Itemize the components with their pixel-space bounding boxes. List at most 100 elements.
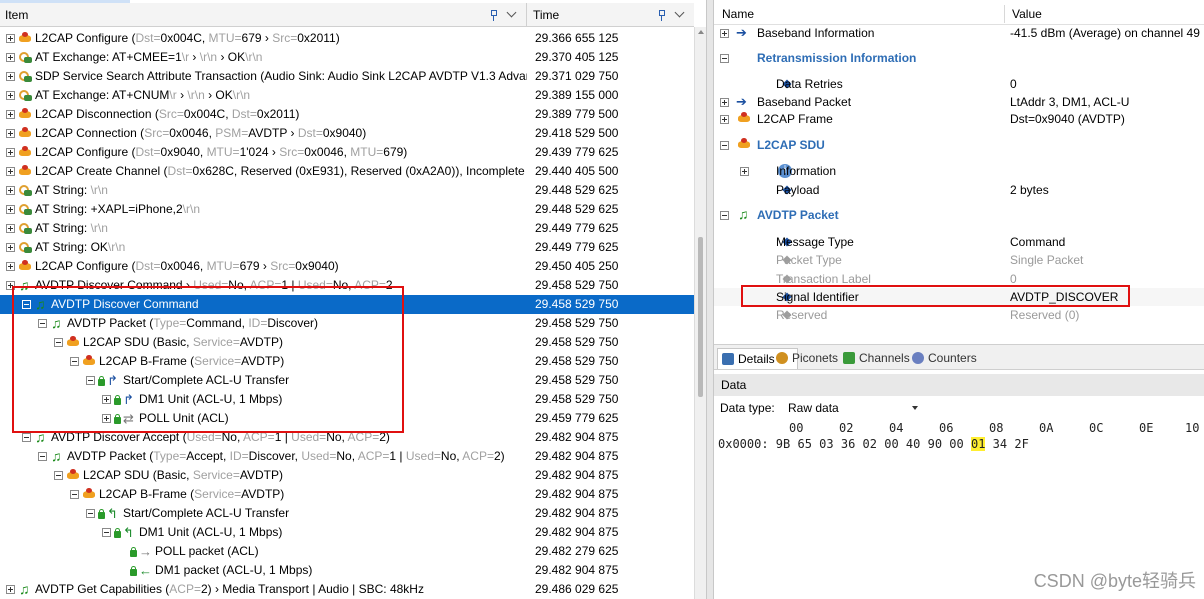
details-field[interactable]: i Information — [714, 162, 1204, 180]
details-section[interactable]: AVDTP Packet — [714, 206, 1204, 226]
expand-icon[interactable] — [102, 395, 111, 404]
packet-row[interactable]: AT Exchange: AT+CNUM\r › \r\n › OK\r\n 29… — [0, 86, 694, 105]
expand-icon[interactable] — [6, 72, 15, 81]
collapse-icon[interactable] — [22, 433, 31, 442]
scroll-up-icon[interactable] — [698, 30, 704, 34]
expand-icon[interactable] — [6, 281, 15, 290]
expand-icon[interactable] — [720, 115, 729, 124]
packet-row[interactable]: L2CAP Configure (Dst=0x0046, MTU=679 › S… — [0, 257, 694, 276]
chevron-down-icon[interactable] — [912, 406, 918, 410]
vertical-scrollbar[interactable] — [694, 27, 706, 599]
packet-row[interactable]: L2CAP Disconnection (Src=0x004C, Dst=0x2… — [0, 105, 694, 124]
packet-row[interactable]: L2CAP B-Frame (Service=AVDTP) 29.458 529 … — [0, 352, 694, 371]
collapse-icon[interactable] — [720, 211, 729, 220]
expand-icon[interactable] — [6, 110, 15, 119]
hex-byte[interactable]: 65 — [797, 437, 811, 451]
packet-row[interactable]: SDP Service Search Attribute Transaction… — [0, 67, 694, 86]
packet-row[interactable]: AVDTP Discover Accept (Used=No, ACP=1 | … — [0, 428, 694, 447]
collapse-icon[interactable] — [54, 338, 63, 347]
details-field[interactable]: Signal Identifier AVDTP_DISCOVER — [714, 288, 1204, 306]
collapse-icon[interactable] — [86, 376, 95, 385]
hex-byte[interactable]: 00 — [949, 437, 963, 451]
hex-byte[interactable]: 9B — [776, 437, 790, 451]
hex-byte[interactable]: 02 — [863, 437, 877, 451]
collapse-icon[interactable] — [70, 357, 79, 366]
hex-byte-highlighted[interactable]: 01 — [970, 437, 986, 451]
column-header-value[interactable]: Value — [1004, 3, 1042, 25]
packet-row[interactable]: ⇄ POLL Unit (ACL) 29.459 779 625 — [0, 409, 694, 428]
hex-byte[interactable]: 90 — [928, 437, 942, 451]
packet-row[interactable]: L2CAP SDU (Basic, Service=AVDTP) 29.458 5… — [0, 333, 694, 352]
packet-row-selected[interactable]: AVDTP Discover Command 29.458 529 750 — [0, 295, 694, 314]
details-field[interactable]: Reserved Reserved (0) — [714, 306, 1204, 324]
expand-icon[interactable] — [6, 148, 15, 157]
details-field[interactable]: Payload 2 bytes — [714, 181, 1204, 199]
hex-byte[interactable]: 34 — [993, 437, 1007, 451]
details-field[interactable]: L2CAP Frame Dst=0x9040 (AVDTP) — [714, 110, 1204, 128]
packet-row[interactable]: AVDTP Discover Command › Used=No, ACP=1 … — [0, 276, 694, 295]
expand-icon[interactable] — [102, 414, 111, 423]
expand-icon[interactable] — [6, 91, 15, 100]
collapse-icon[interactable] — [70, 490, 79, 499]
chevron-down-icon[interactable] — [506, 7, 517, 18]
packet-row[interactable]: AT String: OK\r\n 29.449 779 625 — [0, 238, 694, 257]
expand-icon[interactable] — [6, 167, 15, 176]
packet-row[interactable]: AVDTP Packet (Type=Accept, ID=Discover, … — [0, 447, 694, 466]
packet-row[interactable]: AT Exchange: AT+CMEE=1\r › \r\n › OK\r\n… — [0, 48, 694, 67]
hex-byte[interactable]: 2F — [1014, 437, 1028, 451]
packet-row[interactable]: ↱ Start/Complete ACL-U Transfer 29.458 529… — [0, 371, 694, 390]
collapse-icon[interactable] — [54, 471, 63, 480]
collapse-icon[interactable] — [22, 300, 31, 309]
pin-icon[interactable] — [658, 10, 666, 21]
data-type-select[interactable]: Raw data — [784, 398, 924, 418]
expand-icon[interactable] — [720, 29, 729, 38]
collapse-icon[interactable] — [38, 319, 47, 328]
packet-row[interactable]: L2CAP Configure (Dst=0x9040, MTU=1'024 ›… — [0, 143, 694, 162]
chevron-down-icon[interactable] — [674, 7, 685, 18]
packet-row[interactable]: ↰ DM1 Unit (ACL-U, 1 Mbps) 29.482 904 875 — [0, 523, 694, 542]
collapse-icon[interactable] — [720, 141, 729, 150]
hex-byte[interactable]: 00 — [884, 437, 898, 451]
scrollbar-thumb[interactable] — [698, 237, 703, 397]
packet-row[interactable]: → POLL packet (ACL) 29.482 279 625 — [0, 542, 694, 561]
expand-icon[interactable] — [6, 243, 15, 252]
column-header-time[interactable]: Time — [528, 3, 694, 27]
details-field[interactable]: ➔ Baseband Packet LtAddr 3, DM1, ACL-U — [714, 93, 1204, 111]
packet-row[interactable]: AVDTP Get Capabilities (ACP=2) › Media T… — [0, 580, 694, 599]
details-field[interactable]: ➔ Baseband Information -41.5 dBm (Average)… — [714, 24, 1204, 42]
packet-row[interactable]: ← DM1 packet (ACL-U, 1 Mbps) 29.482 904 87… — [0, 561, 694, 580]
details-field[interactable]: Packet Type Single Packet — [714, 251, 1204, 269]
expand-icon[interactable] — [6, 262, 15, 271]
expand-icon[interactable] — [6, 53, 15, 62]
expand-icon[interactable] — [6, 224, 15, 233]
details-section[interactable]: L2CAP SDU — [714, 136, 1204, 156]
packet-row[interactable]: AVDTP Packet (Type=Command, ID=Discover)… — [0, 314, 694, 333]
collapse-icon[interactable] — [38, 452, 47, 461]
packet-row[interactable]: L2CAP Connection (Src=0x0046, PSM=AVDTP … — [0, 124, 694, 143]
hex-data-row[interactable]: 0x0000: 9B 65 03 36 02 00 40 90 00 01 34… — [718, 436, 1204, 452]
tab-counters[interactable]: Counters — [908, 348, 1007, 368]
expand-icon[interactable] — [6, 34, 15, 43]
packet-row[interactable]: AT String: \r\n 29.449 779 625 — [0, 219, 694, 238]
details-field[interactable]: Transaction Label 0 — [714, 270, 1204, 288]
packet-row[interactable]: L2CAP Configure (Dst=0x004C, MTU=679 › S… — [0, 29, 694, 48]
pin-icon[interactable] — [490, 10, 498, 21]
collapse-icon[interactable] — [720, 54, 729, 63]
packet-row[interactable]: AT String: \r\n 29.448 529 625 — [0, 181, 694, 200]
expand-icon[interactable] — [6, 205, 15, 214]
details-field[interactable]: Message Type Command — [714, 233, 1204, 251]
packet-row[interactable]: AT String: +XAPL=iPhone,2\r\n 29.448 529 … — [0, 200, 694, 219]
column-header-name[interactable]: Name — [714, 3, 754, 25]
expand-icon[interactable] — [6, 585, 15, 594]
packet-row[interactable]: ↱ DM1 Unit (ACL-U, 1 Mbps) 29.458 529 750 — [0, 390, 694, 409]
packet-row[interactable]: ↰ Start/Complete ACL-U Transfer 29.482 904… — [0, 504, 694, 523]
hex-byte[interactable]: 40 — [906, 437, 920, 451]
expand-icon[interactable] — [720, 98, 729, 107]
expand-icon[interactable] — [6, 186, 15, 195]
packet-row[interactable]: L2CAP B-Frame (Service=AVDTP) 29.482 904 … — [0, 485, 694, 504]
collapse-icon[interactable] — [86, 509, 95, 518]
hex-byte[interactable]: 36 — [841, 437, 855, 451]
expand-icon[interactable] — [6, 129, 15, 138]
details-field[interactable]: Data Retries 0 — [714, 75, 1204, 93]
packet-row[interactable]: L2CAP Create Channel (Dst=0x628C, Reserv… — [0, 162, 694, 181]
